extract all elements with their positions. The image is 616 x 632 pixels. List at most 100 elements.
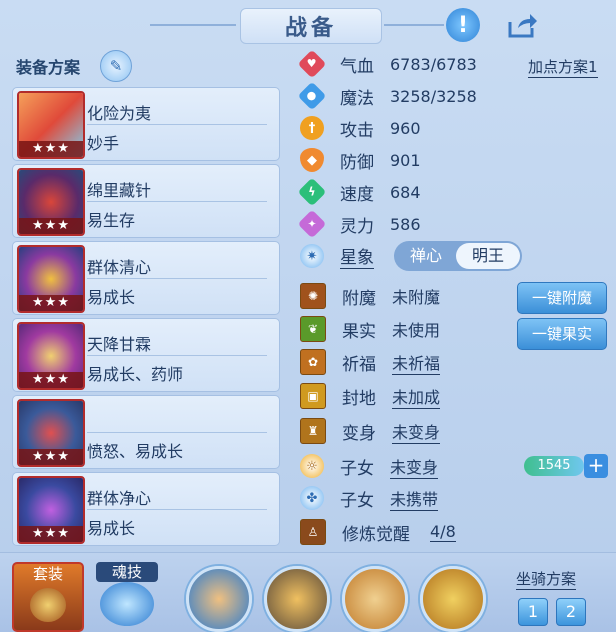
divider — [87, 124, 267, 125]
plan-card-1[interactable]: ★★★ 化险为夷 妙手 — [12, 87, 280, 161]
stat-mp: ● 魔法 3258/3258 — [297, 81, 477, 111]
heart-icon: ♥ — [297, 49, 327, 79]
soul-skill-icon — [100, 582, 154, 626]
plan-icon-1: ★★★ — [17, 91, 85, 159]
divider — [87, 432, 267, 433]
enhance-bless: ✿ 祈福 未祈福 — [300, 347, 441, 377]
set-label: 套装 — [32, 565, 63, 583]
plan-name: 天降甘霖 — [87, 335, 152, 354]
sword-icon: † — [300, 116, 324, 140]
mana-icon: ● — [297, 81, 327, 111]
stat-label: 子女 — [340, 458, 374, 479]
stat-label: 祈福 — [342, 354, 376, 375]
stat-value: 586 — [390, 214, 421, 234]
transform-icon: ♜ — [300, 418, 326, 444]
stat-value: 3258/3258 — [390, 86, 477, 106]
stat-value: 684 — [390, 182, 421, 202]
enhance-awaken: ♙ 修炼觉醒 4/8 — [300, 517, 456, 547]
stat-value[interactable]: 未变身 — [392, 419, 441, 444]
toggle-option-chanxin[interactable]: 禅心 — [396, 243, 456, 269]
stat-label: 灵力 — [340, 216, 374, 237]
title-divider-right — [384, 24, 444, 26]
divider — [87, 201, 267, 202]
skill-slot-3[interactable] — [342, 566, 408, 632]
mount-plan-2-button[interactable]: 2 — [556, 598, 586, 626]
stat-label: 子女 — [340, 490, 374, 511]
stat-label: 气血 — [340, 56, 374, 77]
mount-plan-1-button[interactable]: 1 — [518, 598, 548, 626]
fief-icon: ▣ — [300, 383, 326, 409]
divider — [87, 355, 267, 356]
divider — [87, 509, 267, 510]
help-icon[interactable]: ! — [446, 8, 480, 42]
skill-slot-2[interactable] — [264, 566, 330, 632]
xingxiang-row: ✷ 星象 — [300, 241, 374, 271]
set-button[interactable]: 套装 — [12, 562, 84, 632]
plan-tag: 易生存 — [87, 211, 136, 230]
stat-value: 901 — [390, 150, 421, 170]
xingxiang-toggle[interactable]: 禅心 明王 — [394, 241, 522, 271]
one-click-enchant-button[interactable]: 一键附魔 — [517, 282, 607, 314]
plan-card-4[interactable]: ★★★ 天降甘霖 易成长、药师 — [12, 318, 280, 392]
stat-value: 未使用 — [392, 321, 441, 340]
stat-value[interactable]: 未携带 — [390, 486, 439, 511]
stat-value[interactable]: 未祈福 — [392, 350, 441, 375]
bless-icon: ✿ — [300, 349, 326, 375]
stat-label: 封地 — [342, 388, 376, 409]
enhance-child-carry: ✤ 子女 未携带 — [300, 483, 439, 513]
soul-skill-button[interactable]: 魂技 — [96, 562, 158, 628]
toggle-option-mingwang[interactable]: 明王 — [456, 243, 520, 269]
plan-name: 群体净心 — [87, 489, 152, 508]
plan-card-5[interactable]: ★★★ 愤怒、易成长 — [12, 395, 280, 469]
stat-value: 未附魔 — [392, 288, 441, 307]
stat-speed: ϟ 速度 684 — [297, 177, 421, 207]
stat-label: 变身 — [342, 423, 376, 444]
stat-value: 6783/6783 — [390, 54, 477, 74]
plan-card-3[interactable]: ★★★ 群体清心 易成长 — [12, 241, 280, 315]
enhance-child-transform: ☼ 子女 未变身 — [300, 451, 439, 481]
currency-display: 1545 — [524, 456, 584, 476]
star-rating: ★★★ — [19, 295, 83, 311]
star-rating: ★★★ — [19, 372, 83, 388]
points-plan-link[interactable]: 加点方案1 — [528, 56, 598, 78]
stat-label: 防御 — [340, 152, 374, 173]
plan-card-2[interactable]: ★★★ 绵里藏针 易生存 — [12, 164, 280, 238]
stat-value: 960 — [390, 118, 421, 138]
enchant-icon: ✺ — [300, 283, 326, 309]
awaken-icon: ♙ — [300, 519, 326, 545]
plan-icon-3: ★★★ — [17, 245, 85, 313]
plan-tag: 愤怒、易成长 — [87, 442, 184, 461]
shield-icon: ◆ — [300, 148, 324, 172]
share-icon[interactable] — [506, 8, 540, 42]
stat-value[interactable]: 未加成 — [392, 384, 441, 409]
equip-plan-label: 装备方案 — [16, 58, 81, 77]
plan-card-6[interactable]: ★★★ 群体净心 易成长 — [12, 472, 280, 546]
stat-label: 修炼觉醒 — [342, 524, 410, 545]
star-rating: ★★★ — [19, 449, 83, 465]
plan-name: 绵里藏针 — [87, 181, 152, 200]
skill-slot-1[interactable] — [186, 566, 252, 632]
enhance-fief: ▣ 封地 未加成 — [300, 381, 441, 411]
stat-hp: ♥ 气血 6783/6783 — [297, 49, 477, 79]
mount-plan-label[interactable]: 坐骑方案 — [516, 568, 577, 590]
skill-slot-4[interactable] — [420, 566, 486, 632]
edit-plan-button[interactable]: ✎ — [100, 50, 132, 82]
stat-label: 魔法 — [340, 88, 374, 109]
stat-value[interactable]: 未变身 — [390, 454, 439, 479]
plan-icon-6: ★★★ — [17, 476, 85, 544]
one-click-fruit-button[interactable]: 一键果实 — [517, 318, 607, 350]
add-currency-button[interactable]: + — [584, 454, 608, 478]
star-icon: ✷ — [300, 244, 324, 268]
stat-label: 攻击 — [340, 120, 374, 141]
fruit-icon: ❦ — [300, 316, 326, 342]
plan-tag: 易成长 — [87, 519, 136, 538]
enhance-fruit: ❦ 果实 未使用 — [300, 314, 440, 344]
plan-icon-2: ★★★ — [17, 168, 85, 236]
stat-label: 速度 — [340, 184, 374, 205]
speed-icon: ϟ — [297, 177, 327, 207]
xingxiang-label[interactable]: 星象 — [340, 243, 374, 269]
star-rating: ★★★ — [19, 141, 83, 157]
paw-icon: ✤ — [300, 486, 324, 510]
star-rating: ★★★ — [19, 526, 83, 542]
stat-value[interactable]: 4/8 — [430, 522, 456, 542]
